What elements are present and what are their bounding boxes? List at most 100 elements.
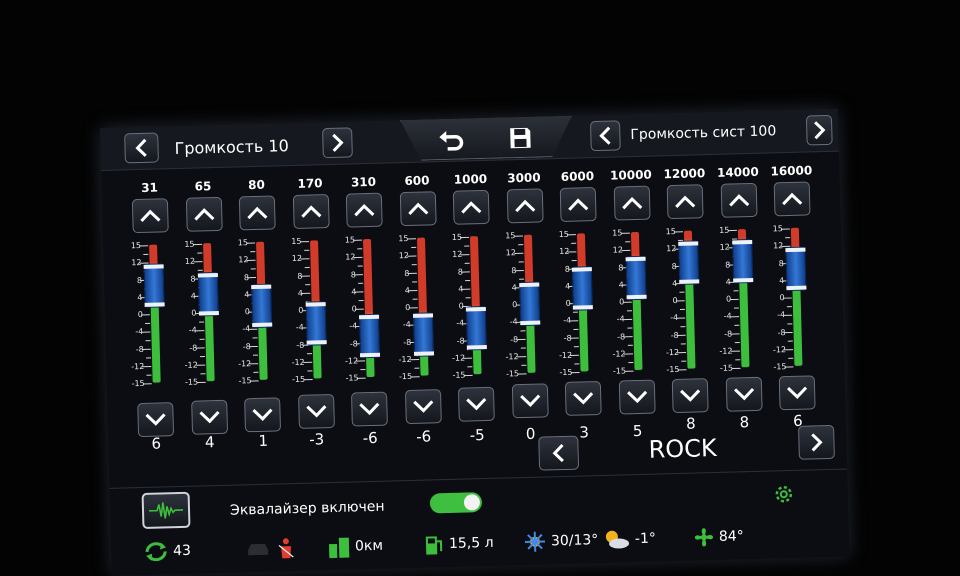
fuel-status: 15,5 л — [423, 532, 494, 556]
band-slider-thumb[interactable] — [731, 239, 753, 284]
band-down-button[interactable] — [511, 383, 549, 419]
chevron-down-icon — [359, 402, 380, 416]
band-slider-thumb[interactable] — [143, 263, 165, 309]
band-slider-thumb[interactable] — [412, 311, 434, 357]
equalizer-enabled-label: Эквалайзер включен — [229, 498, 385, 519]
band-frequency-label: 80 — [248, 177, 266, 193]
band-up-button[interactable] — [185, 196, 223, 232]
band-value-label: 4 — [204, 433, 215, 452]
band-down-button[interactable] — [671, 378, 709, 414]
band-up-button[interactable] — [720, 182, 758, 218]
band-up-button[interactable] — [506, 188, 544, 224]
band-slider-thumb[interactable] — [251, 283, 273, 329]
chevron-up-icon — [461, 201, 482, 214]
band-down-button[interactable] — [725, 376, 763, 412]
chevron-right-icon — [332, 133, 344, 152]
band-down-button[interactable] — [244, 396, 281, 432]
system-volume-next-button[interactable] — [805, 114, 833, 146]
chevron-down-icon — [412, 400, 433, 413]
chevron-right-icon — [814, 121, 826, 140]
band-value-label: -5 — [469, 426, 485, 445]
preset-next-button[interactable] — [798, 424, 835, 460]
seatbelt-warning-icon — [278, 538, 294, 559]
band-slider-thumb[interactable] — [571, 266, 593, 311]
chevron-down-icon — [466, 397, 487, 410]
band-frequency-label: 65 — [194, 179, 212, 194]
band-slider-thumb[interactable] — [197, 271, 219, 317]
equalizer-toggle[interactable] — [429, 492, 483, 514]
band-down-button[interactable] — [137, 402, 175, 438]
band-slider-thumb[interactable] — [305, 300, 327, 346]
band-slider-thumb[interactable] — [518, 281, 540, 327]
chevron-left-icon — [135, 138, 147, 157]
band-up-button[interactable] — [238, 195, 276, 231]
band-frequency-label: 600 — [404, 173, 430, 189]
band-down-button[interactable] — [564, 380, 602, 416]
band-slider-thumb[interactable] — [625, 255, 647, 301]
humidity-value: 84° — [718, 528, 744, 545]
band-up-button[interactable] — [292, 194, 330, 229]
band-frequency-label: 12000 — [663, 166, 706, 182]
band-frequency-label: 310 — [350, 174, 377, 190]
volume-prev-button[interactable] — [124, 132, 159, 164]
band-up-button[interactable] — [399, 191, 437, 227]
chevron-up-icon — [407, 202, 428, 215]
chevron-down-icon — [573, 392, 594, 405]
band-slider-thumb[interactable] — [678, 240, 700, 286]
band-up-button[interactable] — [452, 189, 490, 225]
band-frequency-label: 6000 — [560, 169, 595, 184]
band-slider-thumb[interactable] — [785, 246, 807, 292]
back-button[interactable] — [430, 124, 475, 155]
band-frequency-label: 1000 — [453, 171, 488, 187]
volume-next-button[interactable] — [322, 127, 353, 159]
band-down-button[interactable] — [297, 394, 335, 430]
band-slider-thumb[interactable] — [465, 305, 487, 351]
chevron-up-icon — [782, 192, 803, 206]
chevron-down-icon — [519, 394, 540, 408]
band-down-button[interactable] — [778, 375, 816, 411]
band-value-label: -6 — [362, 428, 378, 448]
band-up-button[interactable] — [613, 185, 651, 221]
band-frequency-label: 16000 — [770, 163, 813, 179]
city-icon — [328, 537, 350, 559]
humidity-status: 84° — [693, 525, 744, 548]
undo-icon — [439, 130, 464, 151]
chevron-left-icon — [552, 443, 564, 463]
save-button[interactable] — [500, 122, 541, 153]
fuel-pump-icon — [425, 536, 443, 555]
band-frequency-label: 31 — [141, 180, 159, 195]
equalizer-mode-button[interactable] — [141, 491, 191, 530]
chevron-up-icon — [568, 198, 589, 211]
band-up-button[interactable] — [559, 187, 597, 222]
band-up-button[interactable] — [666, 184, 704, 220]
band-down-button[interactable] — [190, 399, 228, 435]
fuel-value: 15,5 л — [448, 534, 494, 553]
preset-name: ROCK — [648, 433, 718, 464]
seatbelt-status — [245, 537, 298, 560]
band-down-button[interactable] — [618, 379, 656, 415]
chevron-right-icon — [811, 433, 823, 452]
system-volume-prev-button[interactable] — [589, 120, 621, 152]
climate-status: 30/13° — [523, 529, 599, 553]
waveform-icon — [149, 502, 184, 519]
band-down-button[interactable] — [457, 386, 495, 422]
band-down-button[interactable] — [404, 388, 442, 424]
car-icon — [248, 543, 269, 556]
band-down-button[interactable] — [351, 391, 388, 427]
chevron-down-icon — [145, 413, 166, 426]
chevron-up-icon — [728, 194, 749, 207]
chevron-down-icon — [198, 410, 220, 424]
floppy-disk-icon — [510, 127, 531, 149]
chevron-up-icon — [247, 206, 268, 220]
chevron-up-icon — [193, 208, 214, 221]
band-slider-thumb[interactable] — [358, 313, 381, 358]
chevron-down-icon — [680, 389, 701, 402]
settings-button[interactable] — [772, 482, 797, 507]
preset-prev-button[interactable] — [538, 435, 580, 471]
band-up-button[interactable] — [345, 192, 383, 228]
chevron-up-icon — [621, 196, 642, 210]
band-up-button[interactable] — [773, 181, 811, 217]
band-up-button[interactable] — [131, 198, 169, 234]
gear-icon — [775, 485, 793, 503]
weather-status: -1° — [601, 528, 657, 551]
